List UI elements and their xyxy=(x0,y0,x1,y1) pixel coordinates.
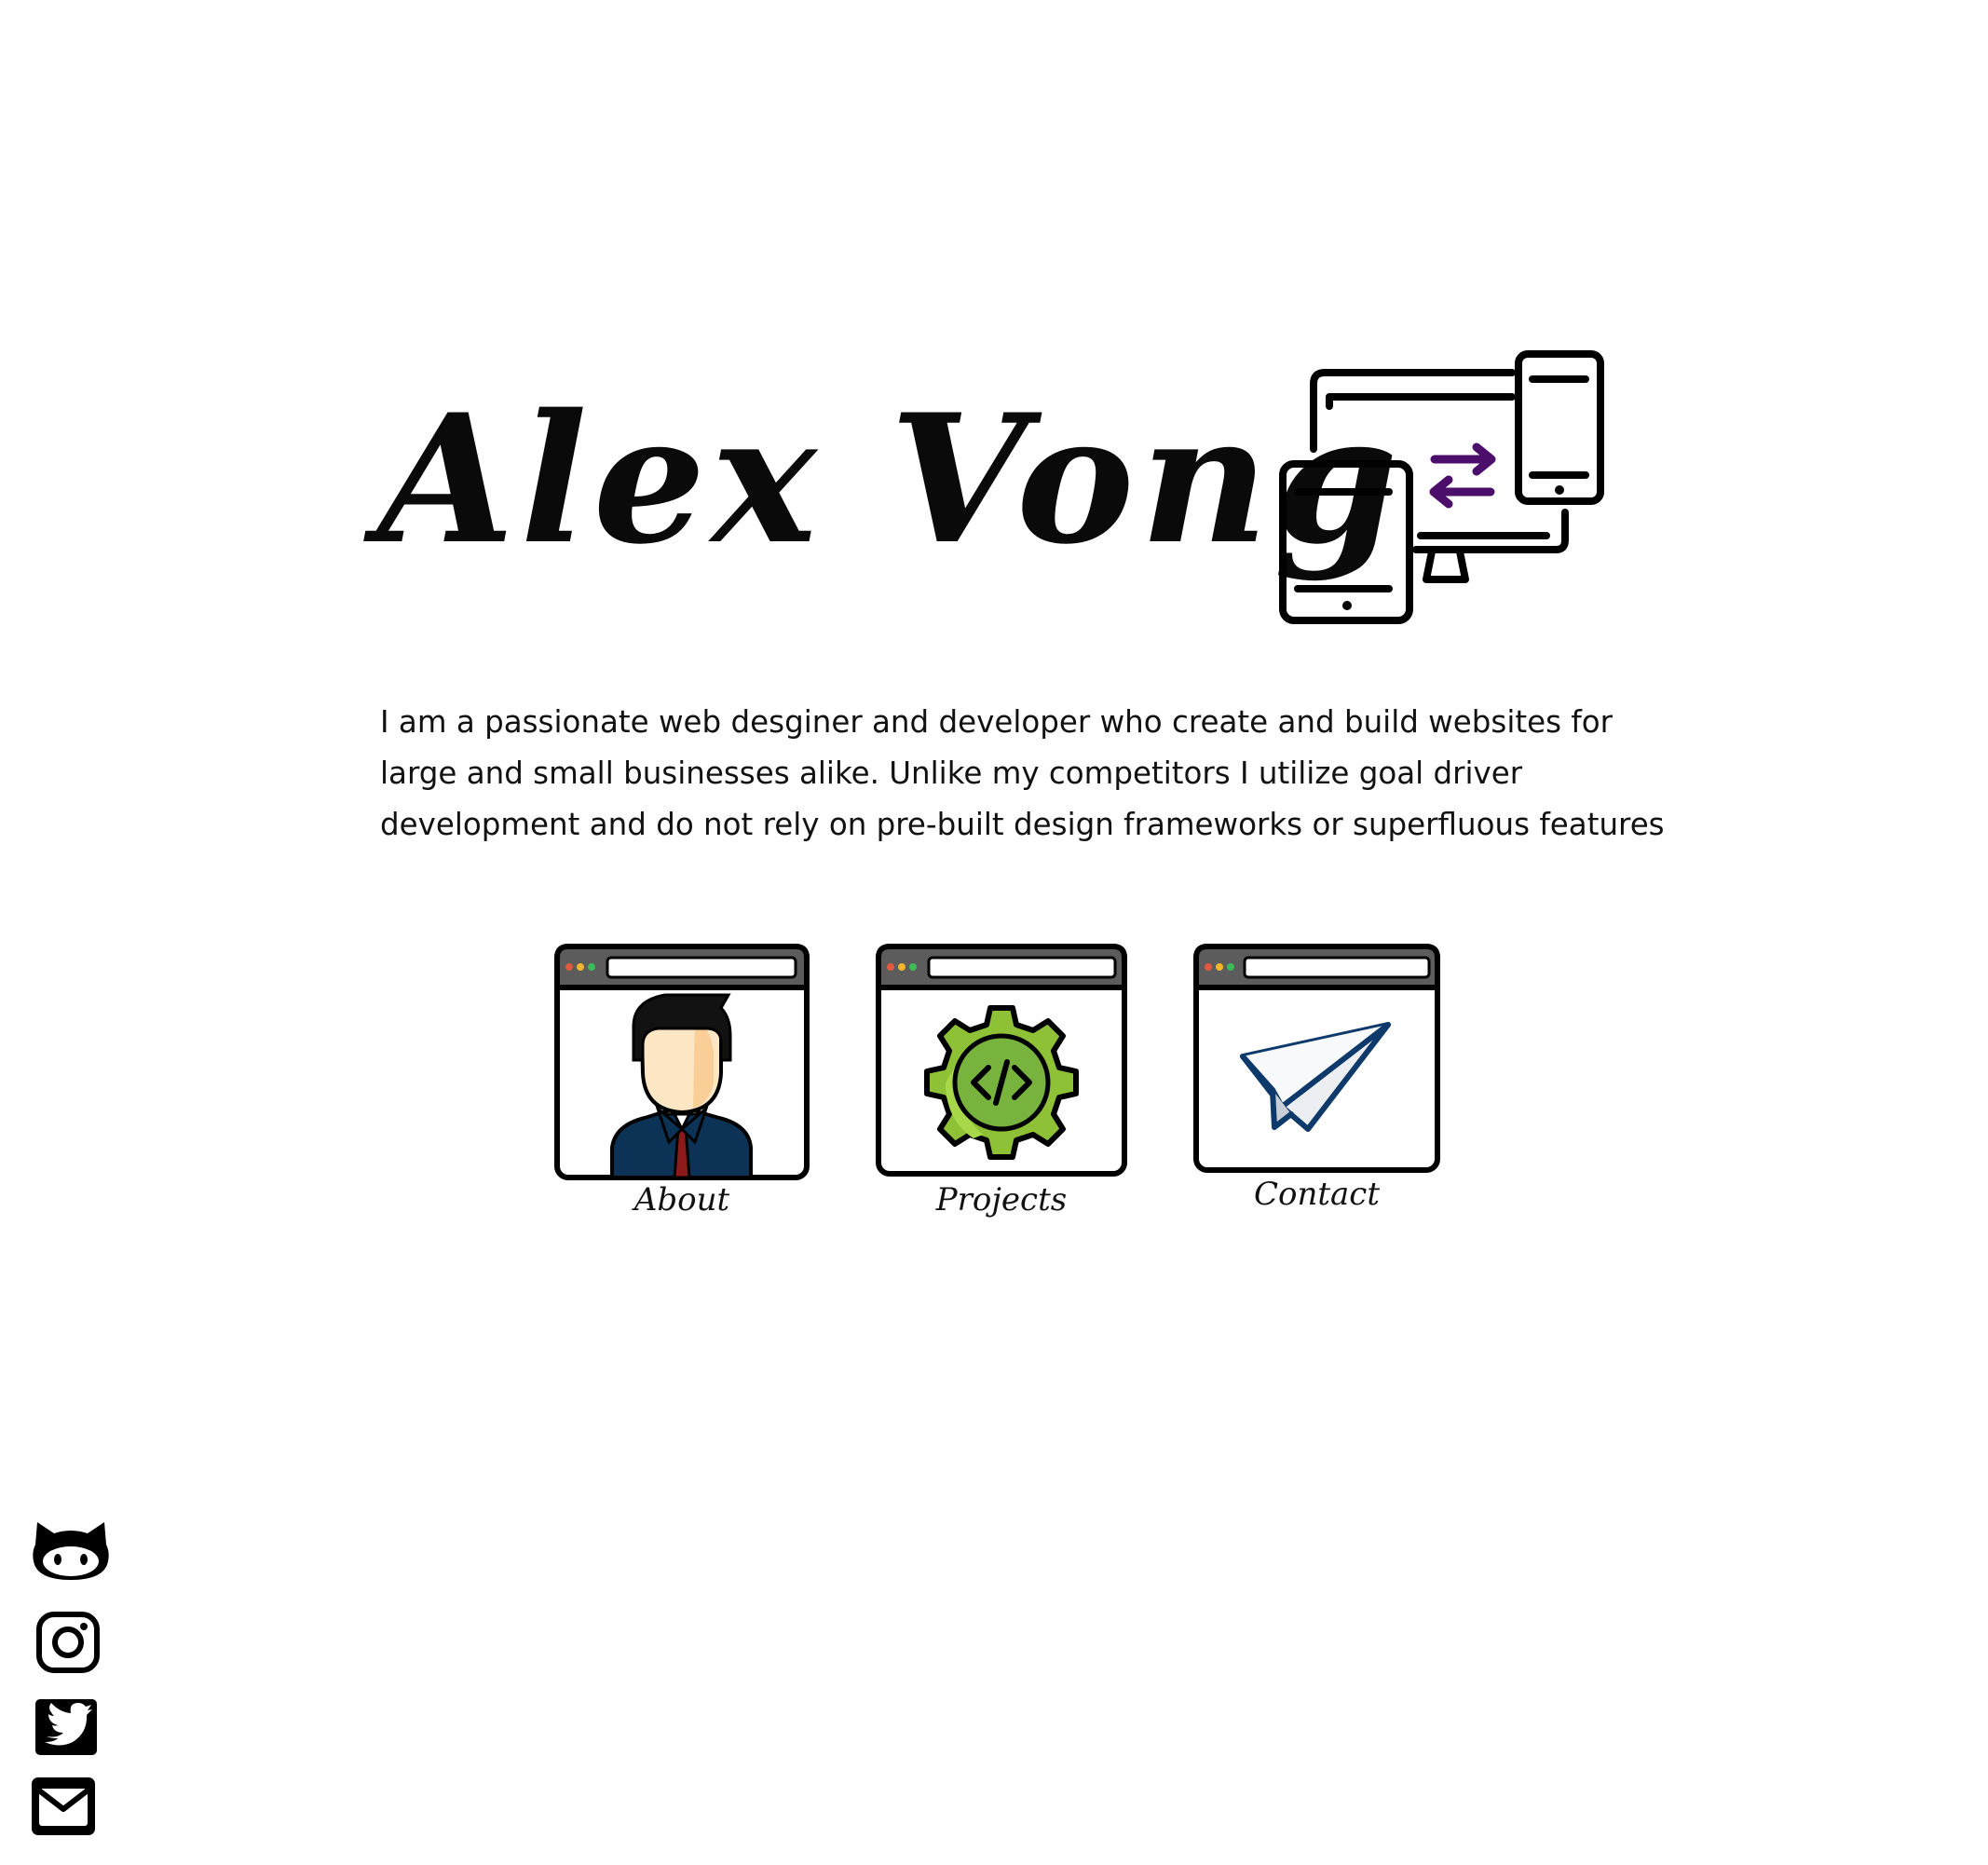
nav-card-contact[interactable]: Contact xyxy=(1192,943,1441,1222)
intro-paragraph: I am a passionate web desginer and devel… xyxy=(380,704,1665,842)
nav-card-label: Contact xyxy=(1253,1176,1381,1213)
email-icon[interactable] xyxy=(32,1777,95,1839)
nav-card-projects[interactable]: Projects xyxy=(875,943,1128,1222)
github-icon[interactable] xyxy=(32,1520,110,1586)
twitter-icon[interactable] xyxy=(35,1699,97,1759)
paper-plane-icon xyxy=(1193,944,1440,1173)
site-title: Alex Vong xyxy=(377,375,1404,583)
nav-card-label: About xyxy=(633,1181,730,1218)
nav-card-label: Projects xyxy=(935,1181,1068,1218)
responsive-devices-icon xyxy=(1279,350,1604,624)
businessman-icon xyxy=(554,944,810,1180)
nav-card-about[interactable]: About xyxy=(553,943,810,1222)
instagram-icon[interactable] xyxy=(35,1612,102,1677)
code-gear-icon xyxy=(876,944,1127,1177)
